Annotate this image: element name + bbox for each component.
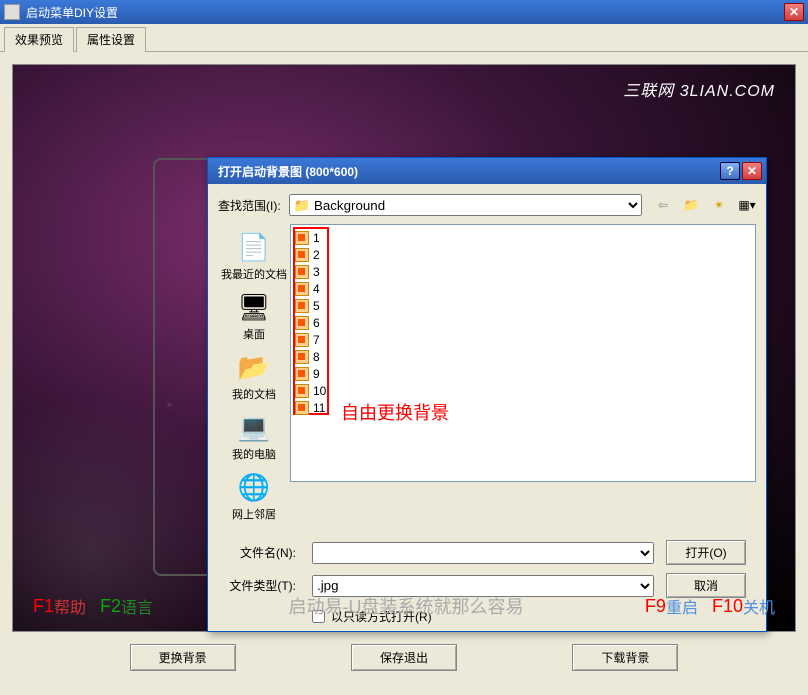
main-titlebar: 启动菜单DIY设置 ✕ <box>0 0 808 24</box>
file-item[interactable]: 1 <box>295 229 751 246</box>
f10-text: 关机 <box>743 594 775 618</box>
footer-keys: F1 帮助 F2 语言 启动易-U盘装系统就那么容易 F9 重启 F10 关机 <box>13 593 795 619</box>
file-item[interactable]: 7 <box>295 331 751 348</box>
image-file-icon <box>295 401 309 415</box>
back-icon[interactable]: ⇦ <box>654 196 672 214</box>
dialog-close-button[interactable]: ✕ <box>742 162 762 180</box>
file-item[interactable]: 6 <box>295 314 751 331</box>
mycomputer-icon: 💻 <box>237 410 271 444</box>
f1-text: 帮助 <box>54 594 86 618</box>
place-network[interactable]: 🌐 网上邻居 <box>230 468 278 524</box>
open-button[interactable]: 打开(O) <box>666 540 746 565</box>
f2-text: 语言 <box>121 594 153 618</box>
watermark: 三联网 3LIAN.COM <box>623 77 775 101</box>
center-tagline: 启动易-U盘装系统就那么容易 <box>167 593 645 619</box>
desktop-icon: 🖥 <box>237 290 271 324</box>
image-file-icon <box>295 299 309 313</box>
up-icon[interactable]: 📁 <box>682 196 700 214</box>
place-desktop[interactable]: 🖥 桌面 <box>235 288 273 344</box>
image-file-icon <box>295 367 309 381</box>
filetype-label: 文件类型(T): <box>218 577 300 594</box>
f10-key: F10 <box>712 596 743 617</box>
tab-preview[interactable]: 效果预览 <box>4 27 74 52</box>
image-file-icon <box>295 265 309 279</box>
f1-key: F1 <box>33 596 54 617</box>
file-item[interactable]: 3 <box>295 263 751 280</box>
image-file-icon <box>295 231 309 245</box>
main-title: 启动菜单DIY设置 <box>26 4 784 21</box>
f2-key: F2 <box>100 596 121 617</box>
change-bg-button[interactable]: 更换背景 <box>130 644 236 671</box>
places-bar: 📄 我最近的文档 🖥 桌面 📂 我的文档 <box>218 224 290 528</box>
annotation-text: 自由更换背景 <box>341 399 449 425</box>
image-file-icon <box>295 333 309 347</box>
app-icon <box>4 4 20 20</box>
dialog-help-button[interactable]: ? <box>720 162 740 180</box>
newfolder-icon[interactable]: ✴ <box>710 196 728 214</box>
image-file-icon <box>295 350 309 364</box>
main-close-button[interactable]: ✕ <box>784 3 804 21</box>
lookin-label: 查找范围(I): <box>218 197 281 214</box>
viewmenu-icon[interactable]: ▦▾ <box>738 196 756 214</box>
file-item[interactable]: 9 <box>295 365 751 382</box>
tab-settings[interactable]: 属性设置 <box>76 27 146 52</box>
download-bg-button[interactable]: 下载背景 <box>572 644 678 671</box>
file-open-dialog: 打开启动背景图 (800*600) ? ✕ 查找范围(I): 📁 Backgro… <box>207 157 767 632</box>
file-item[interactable]: 5 <box>295 297 751 314</box>
file-item[interactable]: 4 <box>295 280 751 297</box>
image-file-icon <box>295 384 309 398</box>
place-mydocs[interactable]: 📂 我的文档 <box>230 348 278 404</box>
place-mycomputer[interactable]: 💻 我的电脑 <box>230 408 278 464</box>
dialog-title: 打开启动背景图 (800*600) <box>212 163 720 180</box>
f9-text: 重启 <box>666 594 698 618</box>
place-recent[interactable]: 📄 我最近的文档 <box>219 228 289 284</box>
image-file-icon <box>295 248 309 262</box>
dialog-titlebar: 打开启动背景图 (800*600) ? ✕ <box>208 158 766 184</box>
preview-background: 三联网 3LIAN.COM 打开启动背景图 (800*600) ? ✕ 查找范围… <box>12 64 796 632</box>
network-icon: 🌐 <box>237 470 271 504</box>
file-item[interactable]: 10 <box>295 382 751 399</box>
file-item[interactable]: 2 <box>295 246 751 263</box>
file-item[interactable]: 8 <box>295 348 751 365</box>
file-list[interactable]: 1234567891011 自由更换背景 <box>290 224 756 482</box>
save-exit-button[interactable]: 保存退出 <box>351 644 457 671</box>
f9-key: F9 <box>645 596 666 617</box>
tabs-bar: 效果预览 属性设置 <box>0 24 808 52</box>
recent-icon: 📄 <box>237 230 271 264</box>
filename-label: 文件名(N): <box>218 544 300 561</box>
filename-input[interactable] <box>312 542 654 564</box>
lookin-select[interactable]: 📁 Background <box>289 194 642 216</box>
mydocs-icon: 📂 <box>237 350 271 384</box>
image-file-icon <box>295 282 309 296</box>
image-file-icon <box>295 316 309 330</box>
